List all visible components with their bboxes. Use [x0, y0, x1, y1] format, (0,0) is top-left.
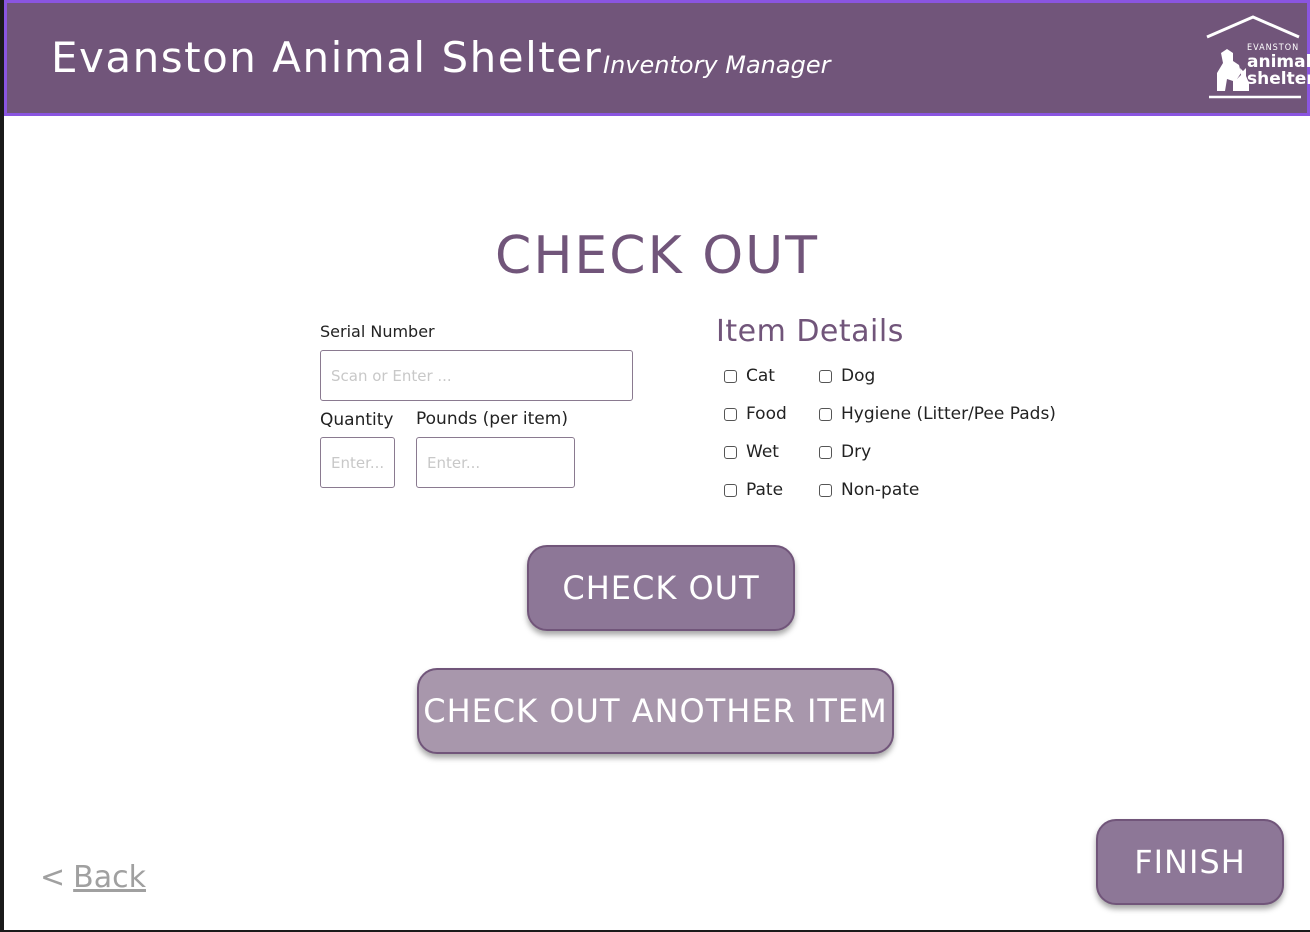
option-label: Hygiene (Litter/Pee Pads) — [841, 404, 1056, 424]
app-subtitle: Inventory Manager — [603, 51, 831, 79]
item-details-title: Item Details — [716, 314, 904, 349]
option-cat[interactable]: Cat — [724, 366, 775, 386]
checkbox[interactable] — [724, 483, 737, 497]
option-label: Non-pate — [841, 480, 920, 500]
check-out-button[interactable]: CHECK OUT — [527, 545, 795, 631]
shelter-logo: EVANSTON animal shelter — [1203, 13, 1310, 105]
option-wet[interactable]: Wet — [724, 442, 779, 462]
option-label: Food — [746, 404, 787, 424]
option-label: Cat — [746, 366, 775, 386]
option-dry[interactable]: Dry — [819, 442, 871, 462]
option-label: Wet — [746, 442, 779, 462]
chevron-left-icon: < — [40, 860, 66, 895]
option-label: Dry — [841, 442, 872, 462]
option-food[interactable]: Food — [724, 404, 787, 424]
checkbox[interactable] — [724, 445, 737, 459]
checkbox[interactable] — [724, 369, 737, 383]
checkbox[interactable] — [819, 369, 832, 383]
check-out-another-item-button[interactable]: CHECK OUT ANOTHER ITEM — [417, 668, 894, 754]
finish-button[interactable]: FINISH — [1096, 819, 1284, 905]
back-label: Back — [73, 860, 146, 895]
logo-main-text: animal shelter — [1247, 54, 1310, 88]
pounds-input[interactable]: Enter... — [416, 437, 575, 488]
app-title: Evanston Animal Shelter — [51, 33, 603, 82]
pounds-label: Pounds (per item) — [416, 409, 568, 429]
app-header: Evanston Animal Shelter Inventory Manage… — [4, 0, 1310, 116]
option-pate[interactable]: Pate — [724, 480, 783, 500]
serial-number-input[interactable]: Scan or Enter ... — [320, 350, 633, 401]
option-label: Pate — [746, 480, 784, 500]
checkbox[interactable] — [819, 407, 832, 421]
logo-line-2: shelter — [1247, 69, 1310, 89]
checkbox[interactable] — [724, 407, 737, 421]
app-window: Evanston Animal Shelter Inventory Manage… — [0, 0, 1310, 932]
option-hygiene[interactable]: Hygiene (Litter/Pee Pads) — [819, 404, 1056, 424]
option-non-pate[interactable]: Non-pate — [819, 480, 919, 500]
quantity-input[interactable]: Enter... — [320, 437, 395, 488]
serial-number-label: Serial Number — [320, 322, 435, 341]
option-label: Dog — [841, 366, 876, 386]
page-title: CHECK OUT — [495, 226, 819, 286]
option-dog[interactable]: Dog — [819, 366, 875, 386]
quantity-label: Quantity — [320, 410, 394, 430]
back-link[interactable]: < Back — [40, 860, 146, 895]
checkbox[interactable] — [819, 445, 832, 459]
checkbox[interactable] — [819, 483, 832, 497]
